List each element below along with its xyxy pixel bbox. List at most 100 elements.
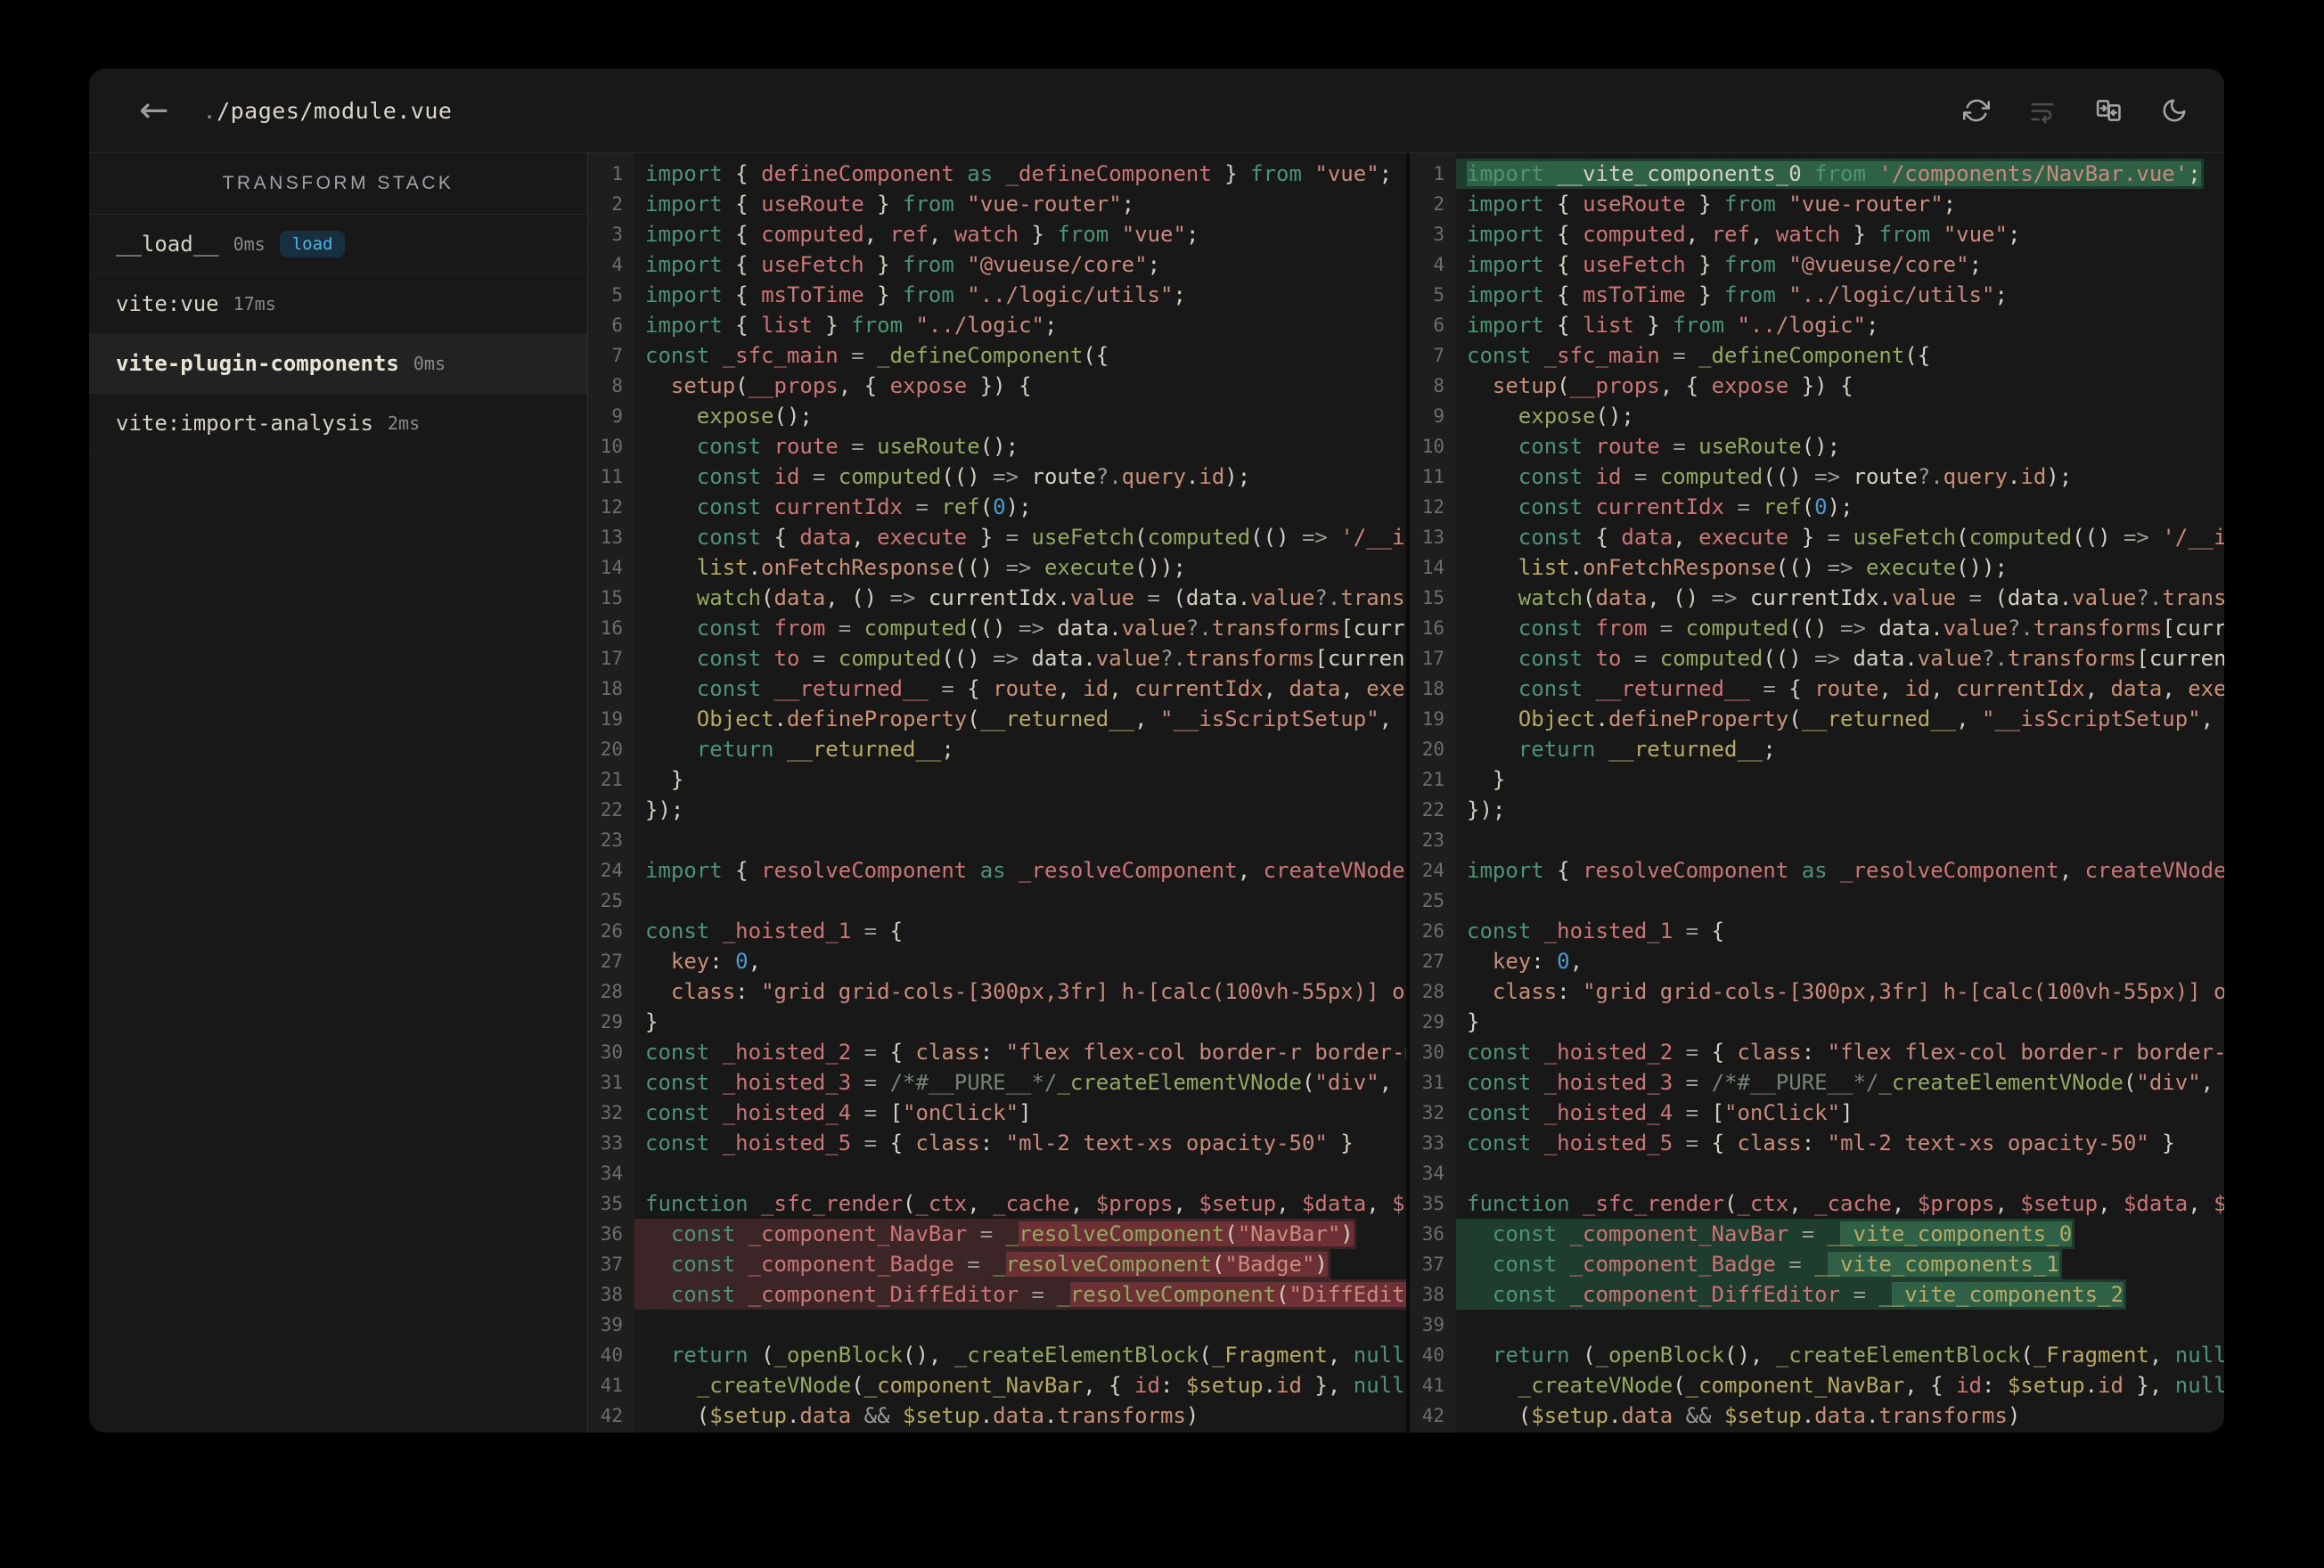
code-line: 10 const route = useRoute();: [1410, 431, 2224, 461]
code-line: 9 expose();: [588, 401, 1406, 431]
code-line: 21 }: [588, 764, 1406, 795]
code-text: const route = useRoute();: [1518, 434, 1841, 459]
line-number: 2: [588, 189, 634, 219]
code-panel-after[interactable]: 1 import __vite_components_0 from '/compo…: [1406, 153, 2224, 1433]
line-number: 1: [1410, 159, 1456, 189]
code-text: const { data, execute } = useFetch(compu…: [696, 525, 1406, 550]
transform-stack-item[interactable]: vite:vue 17ms: [89, 274, 587, 334]
code-line: 41 _createVNode(_component_NavBar, { id:…: [1410, 1370, 2224, 1401]
line-wrap-icon[interactable]: [2028, 96, 2057, 125]
line-number: 27: [1410, 946, 1456, 976]
line-number: 6: [588, 310, 634, 340]
line-number: 2: [1410, 189, 1456, 219]
code-panel-before[interactable]: 1 import { defineComponent as _defineComp…: [588, 153, 1406, 1433]
code-line: 32 const _hoisted_4 = ["onClick"]: [588, 1098, 1406, 1128]
line-number: 4: [1410, 249, 1456, 280]
code-text: import { useRoute } from "vue-router";: [645, 192, 1135, 216]
refresh-icon[interactable]: [1962, 96, 1991, 125]
line-number: 40: [1410, 1340, 1456, 1370]
line-number: 34: [1410, 1158, 1456, 1188]
code-line: 28 class: "grid grid-cols-[300px,3fr] h-…: [588, 976, 1406, 1007]
line-number: 22: [1410, 795, 1456, 825]
code-text: }: [1467, 1009, 1480, 1034]
line-number: 11: [588, 461, 634, 492]
line-number: 8: [588, 371, 634, 401]
code-line: 15 watch(data, () => currentIdx.value = …: [588, 583, 1406, 613]
code-line: 21 }: [1410, 764, 2224, 795]
line-number: 14: [1410, 552, 1456, 583]
line-number: 4: [588, 249, 634, 280]
code-line: 16 const from = computed(() => data.valu…: [588, 613, 1406, 643]
transform-stack-item[interactable]: __load__ 0ms load: [89, 215, 587, 274]
code-text-added: const _component_NavBar = __vite_compone…: [1456, 1219, 2075, 1249]
code-text: const currentIdx = ref(0);: [1518, 494, 1853, 519]
line-number: 38: [1410, 1279, 1456, 1310]
code-text: function _sfc_render(_ctx, _cache, $prop…: [1467, 1191, 2224, 1216]
line-number: 31: [588, 1067, 634, 1098]
code-line: 34: [1410, 1158, 2224, 1188]
code-text: return __returned__;: [1518, 737, 1776, 762]
line-number: 19: [588, 704, 634, 734]
line-number: 6: [1410, 310, 1456, 340]
line-number: 1: [588, 159, 634, 189]
code-line: 9 expose();: [1410, 401, 2224, 431]
transform-stack-item[interactable]: vite:import-analysis 2ms: [89, 394, 587, 453]
line-number: 20: [588, 734, 634, 764]
line-number: 13: [1410, 522, 1456, 552]
code-line: 31 const _hoisted_3 = /*#__PURE__*/_creat…: [588, 1067, 1406, 1098]
screen: ← ./pages/module.vue TRANSFORM STACK __l…: [0, 0, 2324, 1568]
line-number: 19: [1410, 704, 1456, 734]
code-text: import { msToTime } from "../logic/utils…: [1467, 282, 2008, 307]
line-number: 33: [588, 1128, 634, 1158]
code-text: const _hoisted_2 = { class: "flex flex-c…: [645, 1040, 1406, 1065]
code-text: key: 0,: [670, 949, 762, 974]
line-number: 25: [1410, 886, 1456, 916]
line-number: 29: [1410, 1007, 1456, 1037]
code-line: 40 return (_openBlock(), _createElementB…: [1410, 1340, 2224, 1370]
line-number: 33: [1410, 1128, 1456, 1158]
module-path-rest: /pages/module.vue: [217, 97, 453, 124]
code-line: 42 ($setup.data && $setup.data.transform…: [1410, 1401, 2224, 1431]
code-text: const id = computed(() => route?.query.i…: [1518, 464, 2073, 489]
code-text: return __returned__;: [696, 737, 954, 762]
code-line: 39: [1410, 1310, 2224, 1340]
code-text: const _hoisted_4 = ["onClick"]: [645, 1100, 1032, 1125]
code-text: expose();: [1518, 404, 1634, 429]
code-line: 11 const id = computed(() => route?.quer…: [1410, 461, 2224, 492]
code-line: 26 const _hoisted_1 = {: [588, 916, 1406, 946]
code-text: const _hoisted_4 = ["onClick"]: [1467, 1100, 1853, 1125]
code-line: 8 setup(__props, { expose }) {: [588, 371, 1406, 401]
line-number: 9: [1410, 401, 1456, 431]
code-line: 36 const _component_NavBar = __vite_comp…: [1410, 1219, 2224, 1249]
code-line: 5 import { msToTime } from "../logic/util…: [588, 280, 1406, 310]
plugin-name: __load__: [116, 232, 219, 257]
line-number: 41: [1410, 1370, 1456, 1401]
dark-mode-moon-icon[interactable]: [2160, 96, 2189, 125]
back-button[interactable]: ←: [139, 93, 169, 128]
line-number: 30: [588, 1037, 634, 1067]
line-number: 7: [1410, 340, 1456, 371]
code-line: 31 const _hoisted_3 = /*#__PURE__*/_creat…: [1410, 1067, 2224, 1098]
line-number: 22: [588, 795, 634, 825]
code-text: list.onFetchResponse(() => execute());: [1518, 555, 2008, 580]
transform-stack-item[interactable]: vite-plugin-components 0ms: [89, 334, 587, 394]
code-line: 36 const _component_NavBar = _resolveCom…: [588, 1219, 1406, 1249]
line-number: 39: [588, 1310, 634, 1340]
plugin-time: 17ms: [233, 293, 276, 314]
main-body: TRANSFORM STACK __load__ 0ms load vite:vue 1…: [89, 153, 2224, 1433]
module-path: ./pages/module.vue: [203, 98, 453, 124]
code-text: import { msToTime } from "../logic/utils…: [645, 282, 1186, 307]
side-by-side-diff-icon[interactable]: [2094, 96, 2123, 125]
code-line: 32 const _hoisted_4 = ["onClick"]: [1410, 1098, 2224, 1128]
code-line: 23: [1410, 825, 2224, 855]
code-text-added: const _component_DiffEditor = __vite_com…: [1456, 1279, 2126, 1310]
line-number: 5: [1410, 280, 1456, 310]
code-line: 18 const __returned__ = { route, id, cur…: [1410, 674, 2224, 704]
code-text: const _hoisted_3 = /*#__PURE__*/_createE…: [645, 1070, 1406, 1095]
line-number: 42: [588, 1401, 634, 1431]
code-line: 7 const _sfc_main = _defineComponent({: [588, 340, 1406, 371]
transform-stack-list: __load__ 0ms load vite:vue 17ms vite-plugin-c…: [89, 215, 587, 453]
line-number: 3: [588, 219, 634, 249]
